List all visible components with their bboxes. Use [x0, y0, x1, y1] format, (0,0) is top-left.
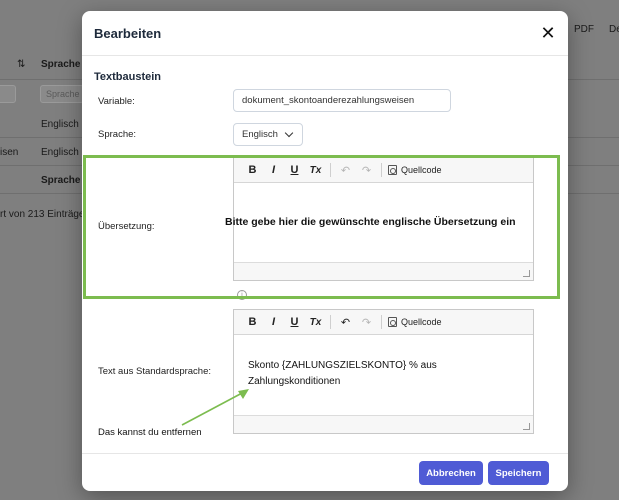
modal-title: Bearbeiten	[94, 26, 162, 41]
section-title: Textbaustein	[94, 71, 162, 83]
sprache-label: Sprache:	[98, 129, 137, 140]
undo-button[interactable]: ↶	[335, 313, 356, 331]
bold-button[interactable]: B	[242, 313, 263, 331]
modal-footer-divider	[82, 453, 568, 454]
underline-button[interactable]: U	[284, 313, 305, 331]
clear-format-button[interactable]: Tx	[305, 313, 326, 331]
cancel-button[interactable]: Abbrechen	[419, 461, 483, 485]
column-header-truncated: De	[609, 24, 619, 35]
variable-label: Variable:	[98, 96, 135, 107]
standard-text-content[interactable]: Skonto {ZAHLUNGSZIELSKONTO} % aus Zahlun…	[234, 336, 533, 416]
table-cell-sprache: Englisch	[41, 147, 79, 158]
standard-text-label: Text aus Standardsprache:	[98, 366, 212, 377]
filter-input-left[interactable]	[0, 85, 16, 103]
standard-text-editor[interactable]: B I U Tx ↶ ↷ Quellcode Skonto {ZAHLUNGSZ…	[233, 309, 534, 434]
standard-text-line: Zahlungskonditionen	[248, 376, 341, 387]
resize-handle[interactable]	[523, 423, 530, 430]
save-button[interactable]: Speichern	[488, 461, 549, 485]
column-header-pdf[interactable]: PDF	[574, 24, 594, 35]
modal-header-divider	[82, 55, 568, 56]
pagination-info: rt von 213 Einträgen	[0, 209, 91, 220]
variable-value: dokument_skontoanderezahlungsweisen	[242, 95, 415, 106]
annotation-note: Das kannst du entfernen	[98, 427, 202, 438]
editor-toolbar: B I U Tx ↶ ↷ Quellcode	[234, 310, 533, 335]
italic-button[interactable]: I	[263, 313, 284, 331]
redo-button[interactable]: ↷	[356, 313, 377, 331]
annotation-highlight-text: Bitte gebe hier die gewünschte englische…	[225, 216, 516, 228]
filter-placeholder: Sprache	[46, 89, 80, 99]
toolbar-separator	[330, 315, 331, 329]
editor-statusbar	[234, 415, 533, 433]
close-icon[interactable]: ✕	[539, 24, 557, 42]
variable-input[interactable]: dokument_skontoanderezahlungsweisen	[233, 89, 451, 112]
table-cell-left: isen	[0, 147, 19, 158]
sprache-value: Englisch	[242, 129, 278, 140]
column-header-sprache[interactable]: Sprache	[41, 59, 80, 70]
source-code-button[interactable]: Quellcode	[388, 317, 442, 327]
sort-icon[interactable]: ⇅	[17, 59, 25, 70]
table-cell-sprache: Englisch	[41, 119, 79, 130]
sprache-select[interactable]: Englisch	[233, 123, 303, 146]
chevron-down-icon	[284, 128, 294, 137]
source-code-label: Quellcode	[401, 317, 442, 327]
source-code-icon	[388, 317, 397, 327]
standard-text-line: Skonto {ZAHLUNGSZIELSKONTO} % aus	[248, 360, 437, 371]
toolbar-separator	[381, 315, 382, 329]
table-footer-sprache: Sprache	[41, 175, 81, 186]
